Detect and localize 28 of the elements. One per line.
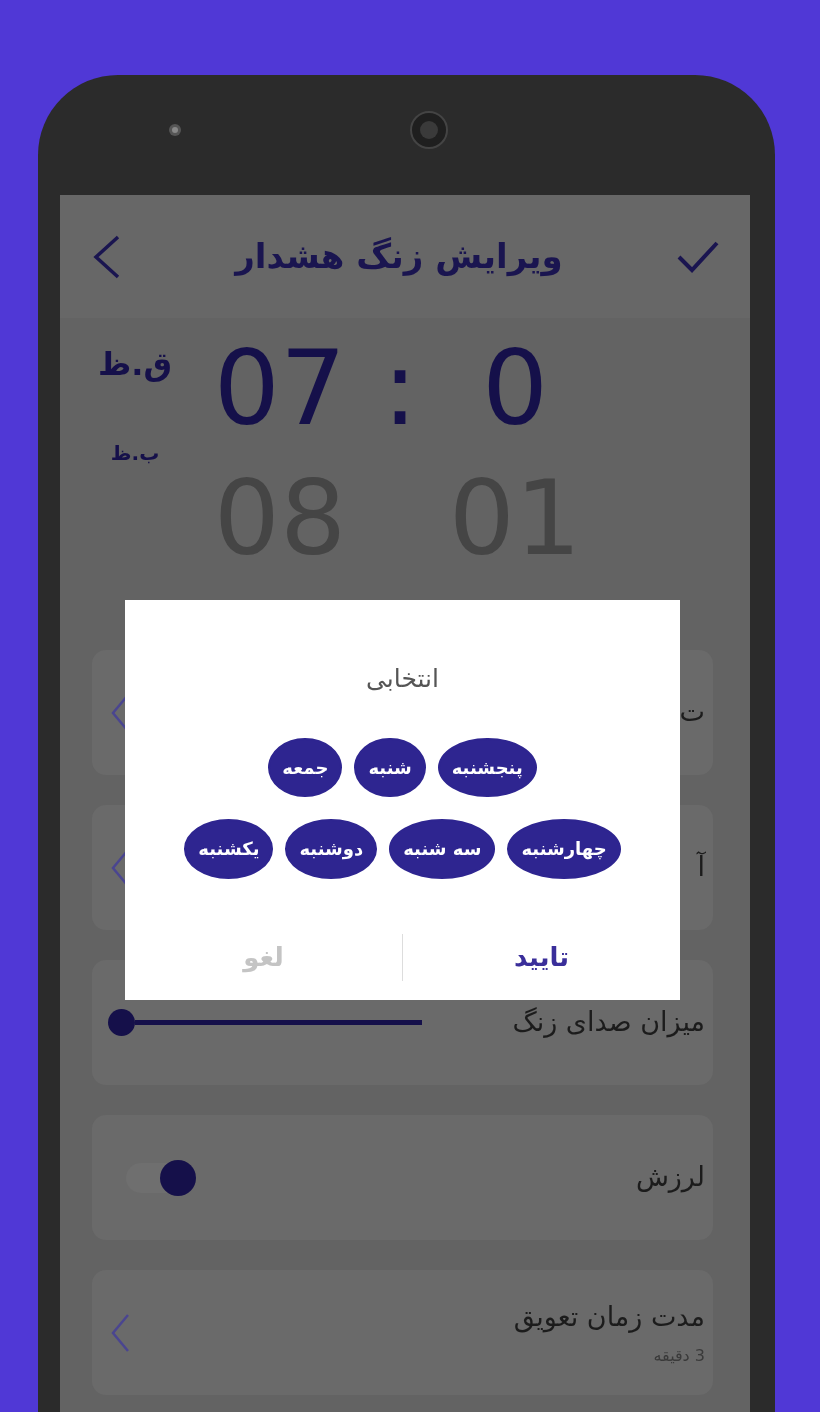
time-separator: : [382,336,418,440]
chevron-icon [110,1312,132,1353]
minute-value[interactable]: 0 [481,336,549,440]
camera-icon [410,111,448,149]
screen-title: ویرایش زنگ هشدار [235,235,563,279]
day-chip[interactable]: پنجشنبه [437,737,537,798]
day-chip[interactable]: یکشنبه [184,819,274,879]
day-chip[interactable]: دوشنبه [285,819,378,879]
setting-card[interactable]: لرزش [92,1115,713,1240]
day-chip[interactable]: جمعه [268,737,343,798]
slider-thumb[interactable] [108,1009,135,1036]
period-value[interactable]: ق.ظ [98,340,172,388]
setting-label: ت [679,695,705,730]
dialog-title: انتخابی [366,663,439,695]
back-icon[interactable] [92,234,122,279]
setting-label: میزان صدای زنگ [512,1005,705,1040]
day-chip[interactable]: چهارشنبه [507,819,621,879]
sensor-icon [168,123,182,137]
slider-track[interactable] [135,1020,422,1025]
period-option[interactable]: ب.ظ [110,438,160,468]
day-chip[interactable]: شنبه [354,737,426,798]
hour-value[interactable]: 07 [213,336,347,440]
vibration-toggle[interactable] [126,1159,196,1196]
setting-label: لرزش [635,1160,705,1195]
setting-label: آ [697,850,705,885]
day-chip[interactable]: سه شنبه [389,819,496,879]
setting-label: مدت زمان تعویق [513,1300,705,1335]
check-icon[interactable] [676,239,720,274]
